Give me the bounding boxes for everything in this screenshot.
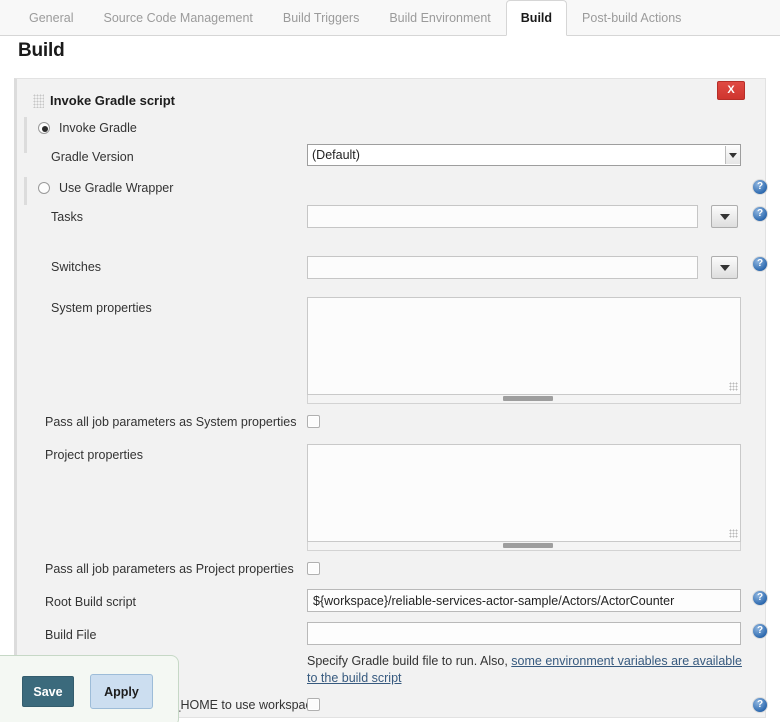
checkbox-pass-system-properties[interactable]	[307, 415, 320, 428]
apply-button[interactable]: Apply	[90, 674, 153, 709]
drag-handle-icon[interactable]	[33, 94, 44, 108]
root-build-script-input[interactable]	[307, 589, 741, 612]
checkbox-pass-project-properties[interactable]	[307, 562, 320, 575]
tab-build[interactable]: Build	[506, 0, 567, 36]
close-icon[interactable]: X	[717, 81, 745, 100]
invoke-gradle-script-block: Invoke Gradle script X Invoke Gradle Gra…	[14, 78, 766, 718]
radio-use-gradle-wrapper[interactable]	[38, 182, 50, 194]
gradle-version-select[interactable]: (Default)	[307, 144, 741, 166]
tasks-input[interactable]	[307, 205, 698, 228]
indent-guide	[24, 117, 27, 153]
system-properties-textarea-wrap	[307, 297, 741, 395]
tasks-dropdown-button[interactable]	[711, 205, 738, 228]
project-properties-textarea[interactable]	[307, 444, 741, 542]
indent-guide	[24, 177, 27, 205]
label-build-file: Build File	[45, 628, 96, 642]
tab-build-triggers[interactable]: Build Triggers	[268, 0, 374, 35]
label-invoke-gradle: Invoke Gradle	[59, 121, 137, 135]
label-use-gradle-wrapper: Use Gradle Wrapper	[59, 181, 173, 195]
config-tab-bar: General Source Code Management Build Tri…	[0, 0, 780, 36]
label-pass-project-properties: Pass all job parameters as Project prope…	[45, 562, 294, 576]
system-properties-scrollbar[interactable]	[307, 395, 741, 404]
label-root-build-script: Root Build script	[45, 595, 136, 609]
help-icon[interactable]	[752, 697, 768, 713]
label-tasks: Tasks	[51, 210, 83, 224]
project-properties-textarea-wrap	[307, 444, 741, 542]
switches-input[interactable]	[307, 256, 698, 279]
project-properties-scrollbar[interactable]	[307, 542, 741, 551]
help-icon[interactable]	[752, 206, 768, 222]
checkbox-force-gradle-user-home[interactable]	[307, 698, 320, 711]
help-icon[interactable]	[752, 623, 768, 639]
save-button[interactable]: Save	[22, 676, 74, 707]
help-icon[interactable]	[752, 256, 768, 272]
help-icon[interactable]	[752, 179, 768, 195]
label-switches: Switches	[51, 260, 101, 274]
label-pass-system-properties: Pass all job parameters as System proper…	[45, 415, 297, 429]
help-icon[interactable]	[752, 590, 768, 606]
tab-build-environment[interactable]: Build Environment	[374, 0, 505, 35]
label-gradle-version: Gradle Version	[51, 150, 134, 164]
switches-dropdown-button[interactable]	[711, 256, 738, 279]
block-title: Invoke Gradle script	[50, 93, 175, 108]
label-project-properties: Project properties	[45, 448, 143, 462]
save-bar: Save Apply	[0, 655, 179, 722]
tab-general[interactable]: General	[14, 0, 88, 35]
page-title: Build	[18, 40, 65, 62]
radio-invoke-gradle[interactable]	[38, 122, 50, 134]
system-properties-textarea[interactable]	[307, 297, 741, 395]
label-system-properties: System properties	[51, 301, 152, 315]
build-file-input[interactable]	[307, 622, 741, 645]
tab-source-code-management[interactable]: Source Code Management	[88, 0, 267, 35]
tab-post-build-actions[interactable]: Post-build Actions	[567, 0, 696, 35]
build-file-description: Specify Gradle build file to run. Also, …	[307, 653, 747, 687]
build-file-description-text: Specify Gradle build file to run. Also,	[307, 654, 511, 668]
jenkins-build-config-screen: General Source Code Management Build Tri…	[0, 0, 780, 722]
